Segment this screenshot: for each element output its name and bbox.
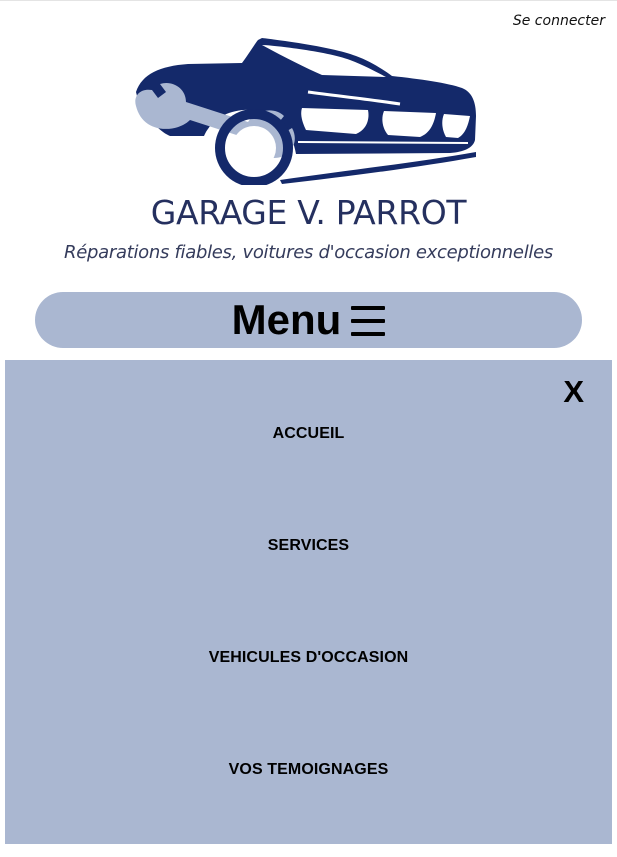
nav-item-services[interactable]: SERVICES bbox=[5, 537, 612, 555]
nav-item-accueil[interactable]: ACCUEIL bbox=[5, 425, 612, 443]
tagline: Réparations fiables, voitures d'occasion… bbox=[64, 242, 553, 263]
menu-toggle-button[interactable]: Menu bbox=[35, 292, 582, 348]
brand-name: GARAGE V. PARROT bbox=[150, 193, 467, 232]
nav-item-temoignages[interactable]: VOS TEMOIGNAGES bbox=[5, 761, 612, 779]
close-menu-button[interactable]: X bbox=[563, 374, 584, 410]
nav-item-vehicules[interactable]: VEHICULES D'OCCASION bbox=[5, 649, 612, 667]
nav-menu-panel: X ACCUEIL SERVICES VEHICULES D'OCCASION … bbox=[5, 360, 612, 844]
hamburger-icon bbox=[351, 306, 386, 336]
login-link[interactable]: Se connecter bbox=[513, 13, 605, 29]
menu-toggle-label: Menu bbox=[231, 296, 342, 343]
garage-logo bbox=[135, 38, 476, 185]
top-border bbox=[0, 0, 617, 1]
